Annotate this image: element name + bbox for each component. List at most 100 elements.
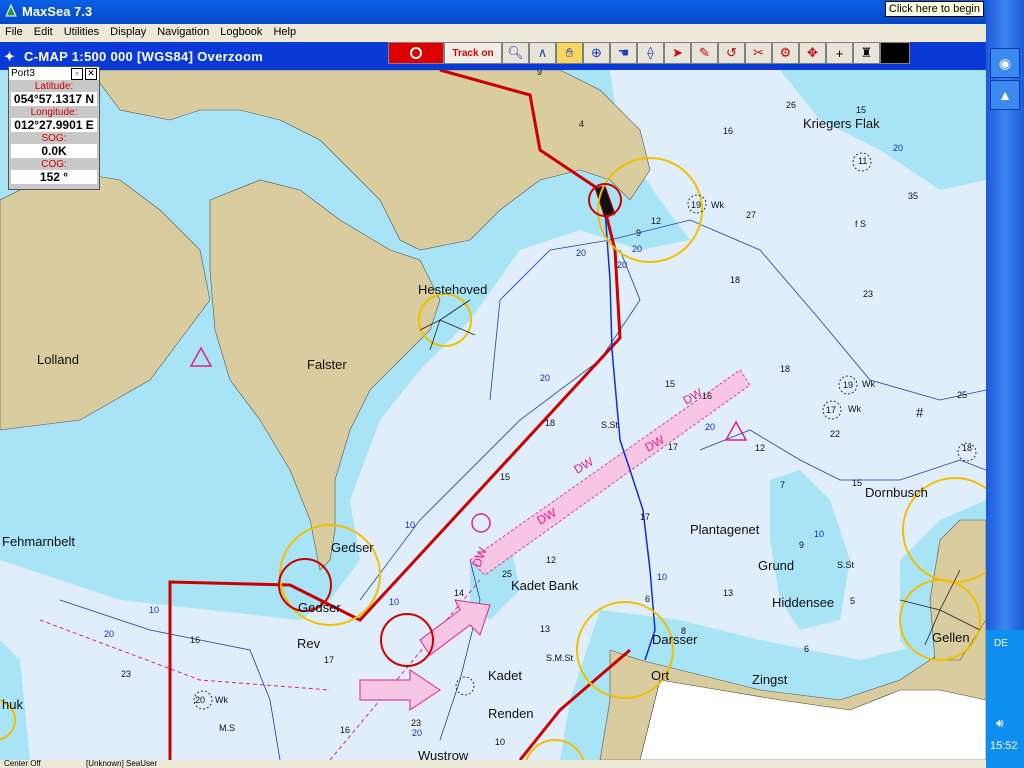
language-indicator[interactable]: DE — [994, 638, 1008, 649]
track-on-button[interactable]: Track on — [444, 42, 502, 64]
depth-sounding: 5 — [850, 596, 855, 606]
minimize-icon[interactable]: ▫ — [71, 67, 83, 80]
route-icon: ⟠ — [647, 45, 654, 60]
depth-sounding: 7 — [780, 480, 785, 490]
menu-file[interactable]: File — [0, 24, 29, 38]
label-falster: Falster — [307, 357, 347, 372]
position-panel-title: Port3 — [11, 68, 35, 79]
cut-button[interactable]: ✂ — [745, 42, 772, 64]
sog-label: SOG: — [41, 133, 67, 144]
depth-sounding: 19 — [843, 380, 853, 390]
close-icon[interactable]: ✕ — [85, 67, 97, 80]
cog-value: 152 ° — [11, 170, 97, 184]
compass-icon: ∧ — [537, 45, 548, 60]
label-kadet-bank: Kadet Bank — [511, 578, 579, 593]
longitude-label: Longitude: — [30, 107, 78, 118]
taskbar-lifebuoy-button[interactable]: ◉ — [990, 48, 1020, 78]
label-huk: huk — [2, 697, 23, 712]
window-title: MaxSea 7.3 — [22, 4, 93, 19]
depth-sounding: 12 — [755, 443, 765, 453]
label-ort: Ort — [651, 668, 669, 683]
click-here-to-begin-tooltip[interactable]: Click here to begin — [884, 1, 984, 17]
depth-sounding: M.S — [219, 723, 235, 733]
depth-sounding: 17 — [324, 655, 334, 665]
title-bar: MaxSea 7.3 Click here to begin — [0, 0, 986, 24]
depth-sounding: 18 — [962, 443, 972, 453]
pencil-icon: ✎ — [699, 45, 710, 60]
contour-label: 20 — [576, 248, 586, 258]
contour-label: 20 — [632, 244, 642, 254]
position-panel[interactable]: Port3 ▫ ✕ Latitude: 054°57.1317 N Longitu… — [8, 66, 100, 190]
record-button[interactable] — [388, 42, 444, 64]
center-button[interactable]: ⊕ — [583, 42, 610, 64]
menu-help[interactable]: Help — [268, 24, 302, 38]
pan-button[interactable]: ✋︎ — [556, 42, 583, 64]
depth-sounding: Wk — [711, 200, 724, 210]
chart-canvas[interactable]: # Lolland Falster Hestehoved Kriegers Fl… — [0, 70, 986, 760]
objects-button[interactable]: ⚙ — [772, 42, 799, 64]
depth-sounding: 17 — [640, 512, 650, 522]
zoom-button[interactable]: 🔍︎ — [502, 42, 529, 64]
menu-bar: File Edit Utilities Display Navigation Logboo… — [0, 24, 986, 42]
depth-sounding: S.St — [601, 420, 619, 430]
hand-pointer-button[interactable]: ☚ — [610, 42, 637, 64]
label-gellen: Gellen — [932, 630, 970, 645]
menu-display[interactable]: Display — [105, 24, 152, 38]
depth-sounding: 16 — [702, 391, 712, 401]
contour-label: 20 — [705, 422, 715, 432]
position-panel-header[interactable]: Port3 ▫ ✕ — [9, 67, 99, 80]
route-button[interactable]: ⟠ — [637, 42, 664, 64]
hand-icon: ✋︎ — [565, 45, 574, 60]
depth-sounding: S.St — [837, 560, 855, 570]
label-grund: Grund — [758, 558, 794, 573]
scissors-icon: ✂ — [753, 45, 764, 60]
select-button[interactable]: ➤ — [664, 42, 691, 64]
contour-label: 20 — [412, 728, 422, 738]
maxsea-icon: ▲ — [998, 87, 1012, 103]
cross-button[interactable]: + — [826, 42, 853, 64]
latitude-label: Latitude: — [34, 81, 74, 92]
contour-label: 10 — [814, 529, 824, 539]
depth-sounding: S.M.St — [546, 653, 574, 663]
move-button[interactable]: ✥ — [799, 42, 826, 64]
magnifier-icon: 🔍︎ — [507, 45, 524, 60]
depth-sounding: 8 — [681, 626, 686, 636]
contour-label: 20 — [540, 373, 550, 383]
undo-icon: ↺ — [726, 45, 737, 60]
contour-label: 10 — [405, 520, 415, 530]
depth-sounding: 27 — [746, 210, 756, 220]
contour-label: 10 — [149, 605, 159, 615]
menu-utilities[interactable]: Utilities — [59, 24, 105, 38]
depth-sounding: 17 — [668, 442, 678, 452]
longitude-value: 012°27.9901 E — [11, 118, 97, 132]
depth-sounding: 19 — [691, 200, 701, 210]
menu-logbook[interactable]: Logbook — [215, 24, 268, 38]
depth-sounding: 18 — [545, 418, 555, 428]
clock[interactable]: 15:52 — [990, 740, 1018, 752]
user-status: [Unknown] SeaUser — [86, 760, 158, 768]
volume-icon[interactable]: 🔊︎ — [996, 716, 1004, 731]
latitude-value: 054°57.1317 N — [11, 92, 97, 106]
night-mode-button[interactable] — [880, 42, 910, 64]
depth-sounding: 16 — [190, 635, 200, 645]
depth-sounding: 15 — [852, 478, 862, 488]
edit-button[interactable]: ✎ — [691, 42, 718, 64]
measure-button[interactable]: ∧ — [529, 42, 556, 64]
contour-label: 20 — [893, 143, 903, 153]
center-off-status[interactable]: Center Off — [4, 760, 41, 768]
system-tray: DE 🔊︎ 15:52 — [986, 630, 1024, 768]
taskbar-maxsea-button[interactable]: ▲ — [990, 80, 1020, 110]
label-kriegers-flak: Kriegers Flak — [803, 116, 880, 131]
lighthouse-button[interactable]: ♜ — [853, 42, 880, 64]
label-hestehoved: Hestehoved — [418, 282, 487, 297]
depth-sounding: 13 — [540, 624, 550, 634]
menu-navigation[interactable]: Navigation — [152, 24, 215, 38]
label-darsser: Darsser — [652, 632, 698, 647]
crosshair-circle-icon: ⊕ — [591, 45, 602, 60]
depth-sounding: 16 — [340, 725, 350, 735]
undo-button[interactable]: ↺ — [718, 42, 745, 64]
maxsea-app-icon — [5, 4, 17, 17]
label-kadet: Kadet — [488, 668, 522, 683]
nautical-chart[interactable]: # Lolland Falster Hestehoved Kriegers Fl… — [0, 70, 986, 760]
menu-edit[interactable]: Edit — [29, 24, 59, 38]
